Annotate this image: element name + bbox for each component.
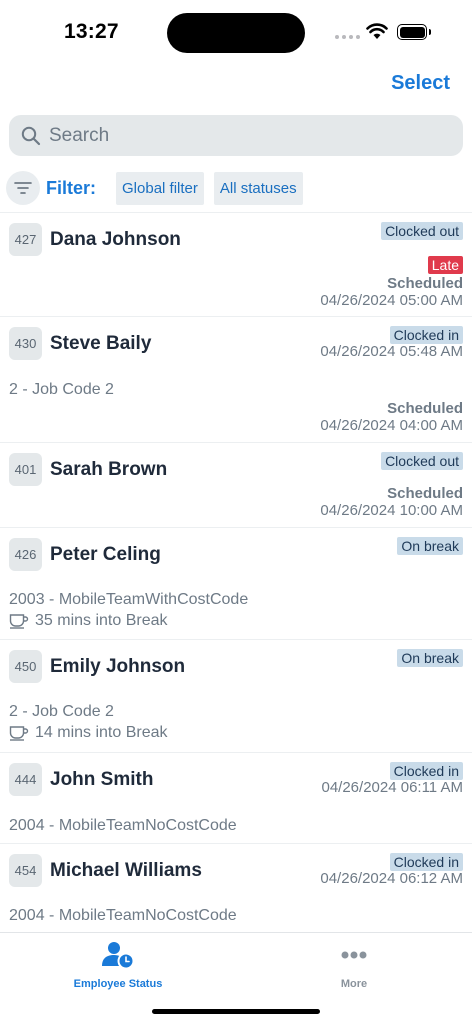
employee-row[interactable]: 401 Sarah Brown Clocked out Scheduled 04…: [0, 442, 472, 527]
battery-cap: [429, 29, 431, 35]
status-badge: Clocked in: [389, 326, 463, 344]
filter-row: Filter: Global filter All statuses: [6, 170, 466, 206]
status-badge: On break: [397, 649, 463, 667]
job-code: 2 - Job Code 2: [9, 703, 114, 720]
status-badge: Clocked in: [389, 762, 463, 780]
employee-row[interactable]: 430 Steve Baily Clocked in 04/26/2024 05…: [0, 316, 472, 442]
employee-id: 450: [9, 650, 42, 683]
job-code: 2004 - MobileTeamNoCostCode: [9, 817, 237, 834]
more-dots-icon: [341, 951, 367, 959]
employee-row[interactable]: 444 John Smith Clocked in 04/26/2024 06:…: [0, 752, 472, 843]
tab-more[interactable]: More: [236, 941, 472, 990]
employee-id: 426: [9, 538, 42, 571]
filter-label: Filter:: [46, 177, 97, 198]
employee-id: 444: [9, 763, 42, 796]
employee-row[interactable]: 450 Emily Johnson On break 2 - Job Code …: [0, 639, 472, 752]
employee-name: Peter Celing: [50, 544, 161, 565]
job-code: 2 - Job Code 2: [9, 381, 114, 398]
status-badge: Clocked in: [389, 853, 463, 871]
break-duration: 14 mins into Break: [9, 724, 168, 742]
employee-list: 427 Dana Johnson Clocked out Late Schedu…: [0, 212, 472, 933]
scheduled-time: 04/26/2024 05:00 AM: [320, 292, 463, 309]
search-input[interactable]: [49, 124, 429, 147]
employee-name: Emily Johnson: [50, 656, 186, 677]
status-badge: Clocked out: [381, 222, 463, 240]
all-statuses-chip[interactable]: All statuses: [213, 171, 303, 205]
employee-row[interactable]: 427 Dana Johnson Clocked out Late Schedu…: [0, 212, 472, 316]
break-text: 14 mins into Break: [35, 724, 168, 741]
status-time: 04/26/2024 06:11 AM: [321, 779, 463, 796]
break-text: 35 mins into Break: [35, 612, 168, 629]
scheduled-time: 04/26/2024 10:00 AM: [320, 502, 463, 519]
wifi-icon: [366, 23, 388, 39]
battery-icon: [397, 24, 427, 40]
employee-id: 454: [9, 854, 42, 887]
status-badge: On break: [397, 537, 463, 555]
search-icon: [21, 126, 41, 145]
employee-row[interactable]: 454 Michael Williams Clocked in 04/26/20…: [0, 843, 472, 933]
tab-more-label: More: [340, 978, 368, 990]
coffee-cup-icon: [9, 614, 29, 629]
employee-name: Michael Williams: [50, 860, 202, 881]
job-code: 2004 - MobileTeamNoCostCode: [9, 907, 237, 924]
break-duration: 35 mins into Break: [9, 612, 168, 630]
scheduled-label: Scheduled: [387, 400, 463, 417]
employee-name: Sarah Brown: [50, 459, 168, 480]
employee-name: Steve Baily: [50, 333, 152, 354]
employee-id: 401: [9, 453, 42, 486]
status-time: 04/26/2024 05:48 AM: [320, 343, 463, 360]
scheduled-label: Scheduled: [387, 485, 463, 502]
employee-id: 430: [9, 327, 42, 360]
employee-name: John Smith: [50, 769, 154, 790]
scheduled-label: Scheduled: [387, 275, 463, 292]
employee-row[interactable]: 426 Peter Celing On break 2003 - MobileT…: [0, 527, 472, 639]
select-button[interactable]: Select: [391, 72, 450, 95]
tab-employee-status[interactable]: Employee Status: [0, 941, 236, 990]
dynamic-island: [167, 13, 305, 53]
job-code: 2003 - MobileTeamWithCostCode: [9, 591, 249, 608]
filter-icon[interactable]: [6, 171, 40, 205]
status-time: 04/26/2024 06:12 AM: [320, 870, 463, 887]
tab-employee-status-label: Employee Status: [73, 978, 163, 990]
employee-id: 427: [9, 223, 42, 256]
signal-icon: [335, 35, 360, 39]
search-bar[interactable]: [9, 115, 463, 156]
home-indicator: [152, 1009, 320, 1014]
employee-clock-icon: [102, 942, 135, 970]
employee-name: Dana Johnson: [50, 229, 181, 250]
scheduled-time: 04/26/2024 04:00 AM: [320, 417, 463, 434]
status-time: 13:27: [64, 20, 119, 43]
status-badge: Clocked out: [381, 452, 463, 470]
global-filter-chip[interactable]: Global filter: [116, 171, 204, 205]
late-badge: Late: [427, 256, 463, 274]
status-bar: 13:27: [0, 0, 472, 62]
coffee-cup-icon: [9, 726, 29, 741]
